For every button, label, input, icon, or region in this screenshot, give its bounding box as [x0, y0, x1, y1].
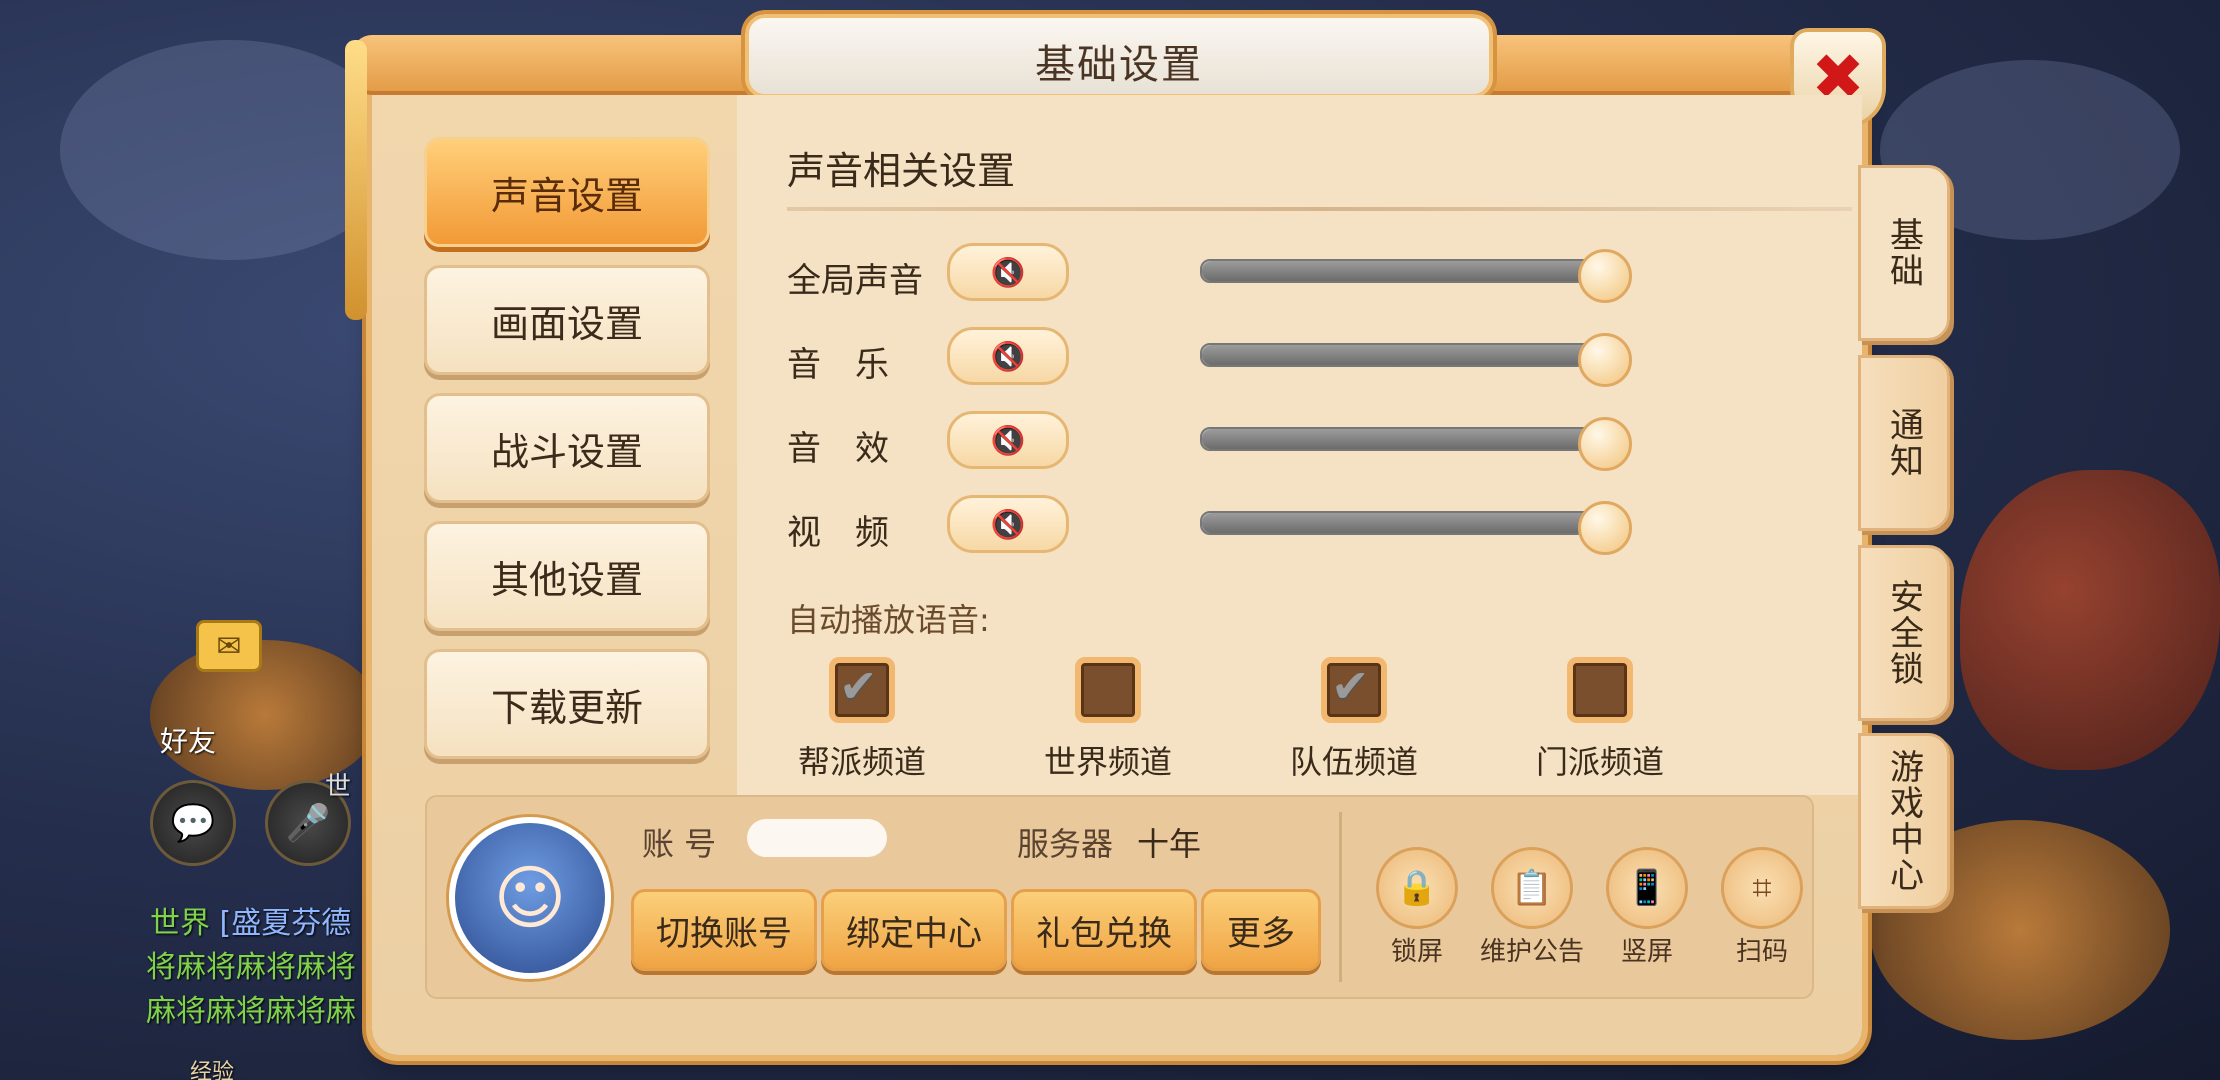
sound-row-effects: 音 效 🔇 [787, 411, 1787, 471]
world-short-label: 世 [325, 772, 352, 802]
settings-category-menu: 声音设置 画面设置 战斗设置 其他设置 下载更新 [372, 95, 737, 795]
chat-bubble-icon[interactable]: 💬 [150, 780, 236, 866]
checkbox-team-channel[interactable]: ✔ 队伍频道 [1254, 657, 1454, 783]
tab-label: 安全锁 [1883, 579, 1924, 687]
tab-label: 基础 [1883, 217, 1924, 289]
chat-line: 麻将麻将麻将麻 [146, 994, 356, 1029]
checkbox-box[interactable]: ✔ [1321, 657, 1387, 723]
lock-screen-button[interactable]: 🔒 锁屏 [1362, 847, 1472, 968]
checkbox-box[interactable]: ✔ [1567, 657, 1633, 723]
chat-line: 将麻将麻将麻将 [146, 950, 356, 985]
checkmark-icon: ✔ [839, 659, 878, 713]
sound-row-label: 全局声音 [787, 261, 923, 301]
lock-icon: 🔒 [1376, 847, 1458, 929]
account-label: 账 号 [642, 825, 717, 863]
avatar[interactable]: ☺ [449, 817, 611, 979]
mute-toggle-button[interactable]: 🔇 [947, 243, 1069, 301]
friend-label[interactable]: 好友 [160, 720, 216, 760]
volume-slider-handle[interactable] [1578, 249, 1632, 303]
icon-button-label: 扫码 [1735, 937, 1788, 967]
checkbox-label: 世界频道 [1043, 743, 1172, 781]
checkbox-world-channel[interactable]: ✔ 世界频道 [1008, 657, 1208, 783]
sound-row-label: 音 效 [787, 429, 889, 469]
checkmark-icon: ✔ [1331, 659, 1370, 713]
volume-slider[interactable] [1200, 333, 1632, 387]
page-title: 基础设置 [1035, 42, 1203, 88]
binding-center-button[interactable]: 绑定中心 [821, 889, 1007, 971]
menu-item-display-settings[interactable]: 画面设置 [424, 265, 710, 375]
volume-slider[interactable] [1200, 417, 1632, 471]
server-value: 十年 [1137, 825, 1202, 863]
speaker-muted-icon: 🔇 [990, 339, 1026, 373]
mute-toggle-button[interactable]: 🔇 [947, 411, 1069, 469]
tab-basic[interactable]: 基础 [1858, 165, 1950, 341]
sound-row-label: 视 频 [787, 513, 889, 553]
sound-row-label: 音 乐 [787, 345, 889, 385]
sound-row-video: 视 频 🔇 [787, 495, 1787, 555]
more-button[interactable]: 更多 [1201, 889, 1321, 971]
volume-slider-handle[interactable] [1578, 501, 1632, 555]
volume-slider-fill [1202, 429, 1602, 449]
volume-slider-fill [1202, 345, 1602, 365]
sound-row-music: 音 乐 🔇 [787, 327, 1787, 387]
sound-settings-content: 声音相关设置 全局声音 🔇 音 乐 🔇 音 效 🔇 视 频 🔇 自动播放语音: … [737, 95, 1862, 795]
sound-row-global: 全局声音 🔇 [787, 243, 1787, 303]
volume-slider-handle[interactable] [1578, 417, 1632, 471]
checkbox-guild-channel[interactable]: ✔ 帮派频道 [762, 657, 962, 783]
checkbox-sect-channel[interactable]: ✔ 门派频道 [1500, 657, 1700, 783]
menu-item-download-update[interactable]: 下载更新 [424, 649, 710, 759]
speaker-muted-icon: 🔇 [990, 507, 1026, 541]
section-divider [787, 207, 1852, 211]
section-title: 声音相关设置 [787, 149, 1016, 193]
mute-toggle-button[interactable]: 🔇 [947, 495, 1069, 553]
volume-slider[interactable] [1200, 501, 1632, 555]
menu-item-combat-settings[interactable]: 战斗设置 [424, 393, 710, 503]
volume-slider-fill [1202, 261, 1602, 281]
gift-redeem-button[interactable]: 礼包兑换 [1011, 889, 1197, 971]
auto-play-voice-label: 自动播放语音: [787, 601, 990, 639]
chat-line[interactable]: 世界 [盛夏芬德 [150, 898, 351, 942]
scan-code-button[interactable]: ⌗ 扫码 [1707, 847, 1817, 968]
volume-slider[interactable] [1200, 249, 1632, 303]
checkbox-label: 帮派频道 [797, 743, 926, 781]
switch-account-button[interactable]: 切换账号 [631, 889, 817, 971]
mute-toggle-button[interactable]: 🔇 [947, 327, 1069, 385]
tassel-decoration [345, 40, 367, 320]
menu-item-other-settings[interactable]: 其他设置 [424, 521, 710, 631]
tab-notifications[interactable]: 通知 [1858, 355, 1950, 531]
scan-icon: ⌗ [1721, 847, 1803, 929]
mail-icon[interactable]: ✉ [196, 620, 262, 672]
checkbox-box[interactable]: ✔ [829, 657, 895, 723]
account-bar: ☺ 账 号 服务器 十年 切换账号 绑定中心 礼包兑换 更多 🔒 锁屏 📋 维护… [425, 795, 1814, 999]
tab-security-lock[interactable]: 安全锁 [1858, 545, 1950, 721]
icon-button-label: 维护公告 [1479, 937, 1584, 967]
exp-label: 经验 [190, 1060, 235, 1080]
volume-slider-fill [1202, 513, 1602, 533]
speaker-muted-icon: 🔇 [990, 255, 1026, 289]
tab-game-center[interactable]: 游戏中心 [1858, 733, 1950, 909]
chat-channel: 世界 [150, 906, 210, 941]
icon-button-label: 锁屏 [1390, 937, 1443, 967]
portrait-mode-button[interactable]: 📱 竖屏 [1592, 847, 1702, 968]
maintenance-notice-button[interactable]: 📋 维护公告 [1477, 847, 1587, 968]
title-banner: 基础设置 [745, 14, 1493, 98]
rotate-screen-icon: 📱 [1606, 847, 1688, 929]
checkbox-box[interactable]: ✔ [1075, 657, 1141, 723]
tab-label: 通知 [1883, 407, 1924, 479]
account-value-redacted [747, 819, 887, 857]
menu-item-sound-settings[interactable]: 声音设置 [424, 137, 710, 247]
divider [1339, 812, 1342, 982]
background-goldfish [1960, 470, 2220, 770]
checkbox-label: 门派频道 [1535, 743, 1664, 781]
checkbox-label: 队伍频道 [1289, 743, 1418, 781]
clipboard-icon: 📋 [1491, 847, 1573, 929]
volume-slider-handle[interactable] [1578, 333, 1632, 387]
chat-text: [盛夏芬德 [219, 906, 352, 941]
icon-button-label: 竖屏 [1620, 937, 1673, 967]
server-label: 服务器 [1017, 825, 1114, 863]
tab-label: 游戏中心 [1883, 749, 1924, 893]
speaker-muted-icon: 🔇 [990, 423, 1026, 457]
